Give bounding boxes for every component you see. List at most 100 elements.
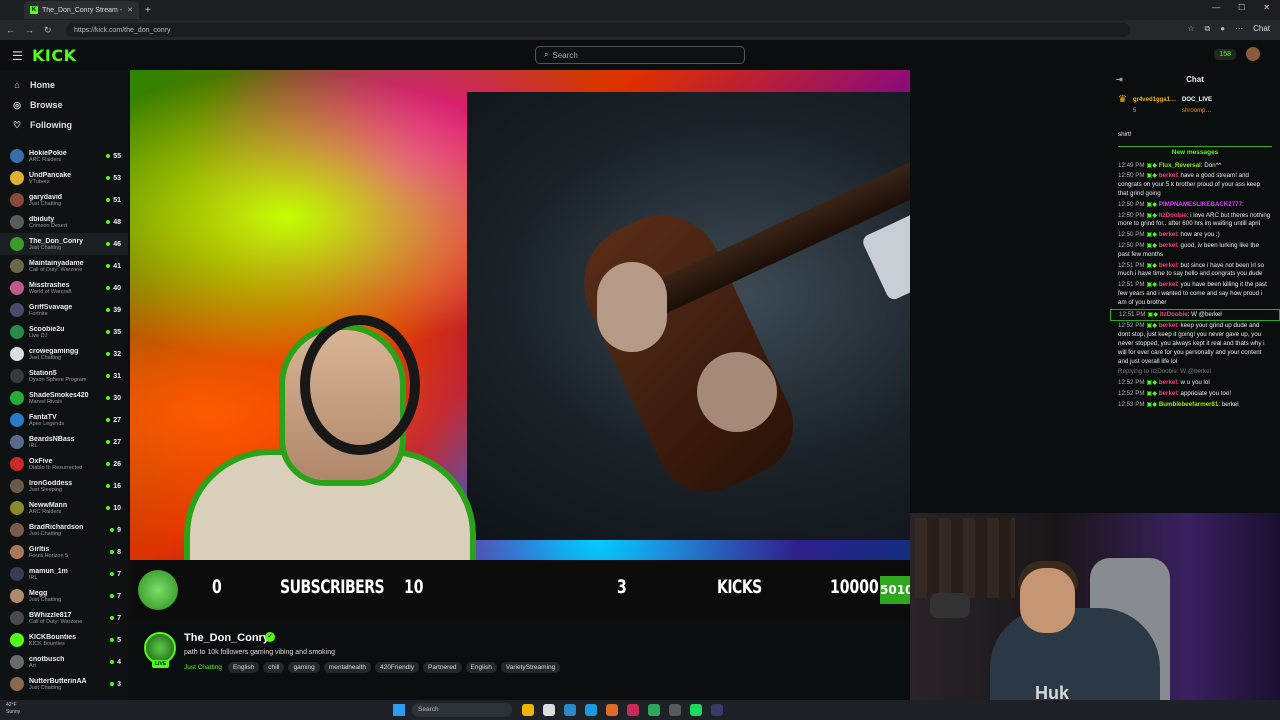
file-explorer-icon[interactable]: [522, 704, 534, 716]
sidebar-channel-item[interactable]: garydavid Just Chatting 51: [0, 189, 128, 211]
channel-category: Just Chatting: [29, 684, 62, 691]
chat-username[interactable]: Bumblebeefarmer81: [1159, 401, 1219, 408]
search-input[interactable]: ⌕ Search: [535, 46, 745, 64]
sidebar-channel-item[interactable]: IronGoddess Just Sleeping 16: [0, 475, 128, 497]
sidebar-channel-item[interactable]: KICKBounties KICK Bounties 5: [0, 629, 128, 651]
window-close-icon[interactable]: ✕: [1263, 3, 1270, 12]
gifter-1[interactable]: gr4ved1gga1… 5: [1133, 96, 1176, 124]
chat-messages: 12:49 PM ▣◆ Flux_Reversal: Don^^ 12:50 PM ▣…: [1110, 161, 1280, 368]
channel-category: Live DJ: [29, 332, 48, 339]
url-field[interactable]: https://kick.com/the_don_conry: [66, 23, 1130, 37]
chat-username[interactable]: berkel: [1159, 322, 1177, 329]
menu-icon[interactable]: ⋯: [1235, 24, 1243, 34]
chat-username[interactable]: ItzDoobie: [1159, 212, 1187, 219]
app-icon[interactable]: [669, 704, 681, 716]
category-link[interactable]: Just Chatting: [184, 664, 222, 671]
sidebar-channel-item[interactable]: ShadeSmokes420 Marvel Rivals 30: [0, 387, 128, 409]
stream-tag[interactable]: chill: [263, 662, 285, 673]
new-messages-divider[interactable]: New messages: [1118, 145, 1272, 158]
maximize-icon[interactable]: ☐: [1238, 3, 1245, 12]
new-tab-button[interactable]: +: [145, 5, 151, 16]
points-badge[interactable]: 158: [1214, 48, 1236, 60]
sidebar-channel-item[interactable]: Misstrashes World of Warcraft 40: [0, 277, 128, 299]
kick-logo[interactable]: KICK: [32, 46, 77, 65]
gifter-2[interactable]: DOC_LIVE shroomp…: [1182, 96, 1212, 124]
chat-username[interactable]: Flux_Reversal: [1159, 162, 1201, 169]
collapse-chat-icon[interactable]: ⇥: [1116, 70, 1123, 90]
chat-username[interactable]: ItzDoobie: [1160, 311, 1188, 318]
sidebar-channel-item[interactable]: crowegamingg Just Chatting 32: [0, 343, 128, 365]
star-icon[interactable]: ☆: [1187, 24, 1194, 34]
badge-icons: ▣◆: [1146, 172, 1159, 180]
weather-widget[interactable]: 42°F Sunny: [6, 702, 20, 716]
steam-icon[interactable]: [711, 704, 723, 716]
sidebar-channel-item[interactable]: Megg Just Chatting 7: [0, 585, 128, 607]
profile-icon[interactable]: ●: [1220, 24, 1225, 34]
subs-current: 0: [212, 577, 222, 599]
forward-icon[interactable]: →: [25, 25, 34, 36]
sidebar-item-home[interactable]: ⌂ Home: [0, 75, 128, 95]
back-icon[interactable]: ←: [6, 25, 15, 36]
sidebar-channel-item[interactable]: UndPancake VTubers 53: [0, 167, 128, 189]
channel-category: Forza Horizon 5: [29, 552, 69, 559]
sidebar-channel-item[interactable]: cnotbusch Art 4: [0, 651, 128, 673]
sidebar-channel-item[interactable]: NewwMann ARC Raiders 10: [0, 497, 128, 519]
sidebar-channel-item[interactable]: BeardsNBass IRL 27: [0, 431, 128, 453]
message-timestamp: 12:52 PM: [1118, 322, 1145, 330]
app-icon[interactable]: [627, 704, 639, 716]
stream-tag[interactable]: 420Friendly: [375, 662, 419, 673]
copilot-chat-button[interactable]: Chat: [1253, 24, 1270, 34]
channel-name[interactable]: The_Don_Conry: [184, 632, 269, 644]
chat-username[interactable]: berkel: [1159, 390, 1177, 397]
sidebar-channel-item[interactable]: mamun_1m IRL 7: [0, 563, 128, 585]
close-tab-icon[interactable]: ✕: [127, 6, 133, 14]
sidebar-item-following[interactable]: ♡ Following: [0, 115, 128, 135]
app-icon[interactable]: [543, 704, 555, 716]
channel-text: BradRichardson Just Chatting: [29, 524, 110, 537]
stream-tag[interactable]: English: [227, 662, 260, 673]
extensions-icon[interactable]: ⧉: [1205, 24, 1211, 34]
taskbar-search[interactable]: Search: [412, 703, 512, 717]
stream-tag[interactable]: VarietyStreaming: [500, 662, 561, 673]
sidebar-channel-item[interactable]: Station5 Dyson Sphere Program 31: [0, 365, 128, 387]
sidebar-channel-item[interactable]: BWhizzle817 Call of Duty: Warzone 7: [0, 607, 128, 629]
chat-username[interactable]: berkel: [1159, 231, 1177, 238]
goal-bar: 0 SUBSCRIBERS 10 3 KICKS 10000 5010: [130, 560, 913, 620]
sidebar-channel-item[interactable]: Girltis Forza Horizon 5 8: [0, 541, 128, 563]
sidebar-channel-item[interactable]: dbiduty Crimson Desert 48: [0, 211, 128, 233]
viewer-count: 32: [106, 351, 121, 358]
sidebar-channel-item[interactable]: FantaTV Apex Legends 27: [0, 409, 128, 431]
app-icon[interactable]: [564, 704, 576, 716]
sidebar-channel-item[interactable]: GriffSvavage Fortnite 39: [0, 299, 128, 321]
sidebar-channel-item[interactable]: BradRichardson Just Chatting 9: [0, 519, 128, 541]
windows-start-icon[interactable]: [393, 704, 405, 716]
user-avatar[interactable]: [1246, 47, 1260, 61]
stream-tag[interactable]: mentalhealth: [323, 662, 372, 673]
chat-username[interactable]: PIMPNAMESLIKEBACK2777: [1159, 201, 1242, 208]
sidebar-channel-item[interactable]: The_Don_Conry Just Chatting 46: [0, 233, 128, 255]
reload-icon[interactable]: ↻: [44, 25, 52, 36]
sidebar-channel-item[interactable]: OxFive Diablo II: Resurrected 26: [0, 453, 128, 475]
stream-tag[interactable]: English: [465, 662, 497, 673]
stream-video[interactable]: [130, 70, 910, 560]
browser-tab[interactable]: K The_Don_Conry Stream - Wa… ✕: [24, 1, 139, 19]
firefox-icon[interactable]: [606, 704, 618, 716]
minimize-icon[interactable]: —: [1212, 3, 1220, 12]
stream-tag[interactable]: gaming: [288, 662, 320, 673]
hamburger-menu-icon[interactable]: ☰: [12, 49, 23, 63]
chat-username[interactable]: berkel: [1159, 262, 1177, 269]
sidebar-channel-item[interactable]: Scoobie2u Live DJ 35: [0, 321, 128, 343]
app-icon[interactable]: [648, 704, 660, 716]
tab-title: The_Don_Conry Stream - Wa…: [42, 6, 123, 14]
chat-username[interactable]: berkel: [1159, 281, 1177, 288]
stream-tag[interactable]: Partnered: [423, 662, 462, 673]
sidebar-channel-item[interactable]: HokiePokie ARC Raiders 55: [0, 145, 128, 167]
sidebar-channel-item[interactable]: Maintainyadame Call of Duty: Warzone 41: [0, 255, 128, 277]
chat-username[interactable]: berkel: [1159, 242, 1177, 249]
chat-username[interactable]: berkel: [1159, 172, 1177, 179]
spotify-icon[interactable]: [690, 704, 702, 716]
chat-username[interactable]: berkel: [1159, 379, 1177, 386]
edge-icon[interactable]: [585, 704, 597, 716]
sidebar-item-browse[interactable]: ◎ Browse: [0, 95, 128, 115]
sidebar-channel-item[interactable]: NutterButterinAA Just Chatting 3: [0, 673, 128, 695]
